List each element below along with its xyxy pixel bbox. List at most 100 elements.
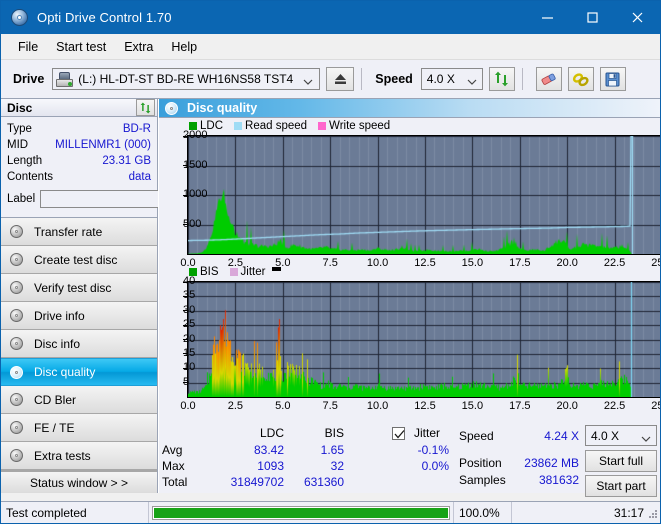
- maximize-icon[interactable]: [570, 1, 615, 34]
- body-area: Disc Type BD-R MID MILLENMR1 (000) Lengt…: [1, 99, 660, 497]
- ldc-xtick-5: 12.5: [414, 257, 436, 269]
- menu-bar: File Start test Extra Help: [1, 34, 660, 60]
- axis-tick: [183, 324, 187, 326]
- refresh-icon: [495, 71, 509, 87]
- erase-button[interactable]: [535, 67, 562, 91]
- bis-xtick-10: 25.0: [651, 400, 660, 412]
- sidebar-item-disc-info[interactable]: Disc info: [1, 330, 157, 359]
- sidebar-item-create-test-disc[interactable]: Create test disc: [1, 246, 157, 275]
- speed-select[interactable]: 4.0 X: [420, 68, 483, 90]
- legend-label-read-speed: Read speed: [245, 120, 308, 132]
- stats-jitter-avg: -0.1%: [417, 443, 449, 457]
- statistics-panel: LDC BIS Avg Max Total 83.42 1093 3184970…: [159, 423, 660, 497]
- status-bar: Test completed 100.0% 31:17: [1, 501, 660, 523]
- start-full-button[interactable]: Start full: [585, 450, 657, 472]
- refresh-button[interactable]: [488, 67, 515, 91]
- sidebar-item-label: Verify test disc: [34, 280, 112, 295]
- sidebar-item-disc-quality[interactable]: Disc quality: [1, 358, 157, 387]
- status-message: Test completed: [1, 502, 149, 523]
- disc-icon: [9, 252, 26, 267]
- right-panel: Disc quality LDC Read speed Write speed: [158, 99, 660, 497]
- disc-icon: [9, 280, 26, 295]
- axis-tick: [183, 310, 187, 312]
- start-part-button[interactable]: Start part: [585, 475, 657, 497]
- chevron-down-icon: [303, 75, 313, 89]
- test-speed-value: 4.0 X: [591, 428, 620, 443]
- ldc-xtick-6: 15.0: [461, 257, 484, 269]
- stats-position-label: Position: [459, 456, 502, 470]
- link-button[interactable]: [567, 67, 594, 91]
- resize-grip-icon[interactable]: [647, 508, 659, 520]
- drive-label: Drive: [13, 72, 45, 86]
- menu-help[interactable]: Help: [162, 37, 206, 57]
- disc-icon: [9, 336, 26, 351]
- stats-bis-max: 32: [330, 459, 344, 473]
- disc-refresh-button[interactable]: [136, 99, 155, 117]
- ldc-xtick-9: 22.5: [603, 257, 626, 269]
- minimize-icon[interactable]: [525, 1, 570, 34]
- disc-icon: [9, 448, 26, 463]
- stats-col-bis: BIS: [324, 426, 344, 440]
- disc-row-type: Type BD-R: [7, 121, 151, 137]
- jitter-checkbox[interactable]: [392, 427, 405, 440]
- ldc-xtick-4: 10.0: [366, 257, 389, 269]
- sidebar-item-verify-test-disc[interactable]: Verify test disc: [1, 274, 157, 303]
- disc-panel-header: Disc: [1, 99, 157, 118]
- drive-select[interactable]: (L:) HL-DT-ST BD-RE WH16NS58 TST4: [52, 68, 321, 90]
- legend-label-bis: BIS: [200, 266, 219, 278]
- disc-row-contents: Contents data: [7, 169, 151, 185]
- menu-start-test[interactable]: Start test: [47, 37, 115, 57]
- disc-label-label: Label: [7, 193, 36, 206]
- disc-row-mid: MID MILLENMR1 (000): [7, 137, 151, 153]
- disc-info: Type BD-R MID MILLENMR1 (000) Length 23.…: [1, 117, 243, 213]
- chain-icon: [572, 72, 589, 86]
- disc-type-value: BD-R: [122, 123, 151, 136]
- menu-extra[interactable]: Extra: [115, 37, 162, 57]
- stats-ldc-max: 1093: [257, 459, 284, 473]
- disc-icon: [9, 224, 26, 239]
- status-window-button[interactable]: Status window > >: [1, 471, 157, 493]
- legend-swatch-read-speed: [234, 122, 243, 130]
- sidebar-item-label: Extra tests: [34, 448, 91, 463]
- bis-plot[interactable]: [187, 281, 660, 398]
- plot-top-canvas: [188, 136, 660, 254]
- window-controls: [525, 1, 660, 34]
- menu-file[interactable]: File: [9, 37, 47, 57]
- stats-col-ldc: LDC: [259, 426, 284, 440]
- stats-row-avg: Avg: [162, 443, 183, 457]
- disc-icon: [9, 420, 26, 435]
- sidebar-item-cd-bler[interactable]: CD Bler: [1, 386, 157, 415]
- stats-jitter-max: 0.0%: [421, 459, 449, 473]
- test-speed-select[interactable]: 4.0 X: [585, 425, 657, 446]
- sidebar-item-label: CD Bler: [34, 392, 77, 407]
- axis-tick: [183, 382, 187, 384]
- stats-ldc-avg: 83.42: [253, 443, 284, 457]
- close-icon[interactable]: [615, 1, 660, 34]
- sidebar-item-fe-te[interactable]: FE / TE: [1, 414, 157, 443]
- title-bar: Opti Drive Control 1.70: [1, 1, 660, 34]
- disc-type-label: Type: [7, 123, 32, 136]
- bis-xtick-7: 17.5: [509, 400, 531, 412]
- sidebar-item-drive-info[interactable]: Drive info: [1, 302, 157, 331]
- charts-area: LDC Read speed Write speed BIS Jitter 0.…: [159, 118, 660, 423]
- disc-icon: [9, 392, 26, 407]
- stats-bis-avg: 1.65: [320, 443, 344, 457]
- eject-button[interactable]: [326, 67, 355, 91]
- eject-icon: [334, 74, 346, 84]
- progress-percent: 100.0%: [454, 502, 512, 523]
- stats-speed-label: Speed: [459, 429, 494, 443]
- sidebar-item-label: Create test disc: [34, 252, 118, 267]
- disc-icon: [9, 365, 26, 380]
- app-disc-icon: [10, 8, 29, 27]
- disc-panel-title: Disc: [7, 100, 33, 115]
- ldc-xtick-8: 20.0: [556, 257, 578, 269]
- bis-xtick-1: 2.5: [227, 400, 244, 412]
- bis-xtick-3: 7.5: [322, 400, 338, 412]
- ldc-plot[interactable]: [187, 135, 660, 255]
- page-title: Disc quality: [187, 101, 258, 115]
- save-button[interactable]: [599, 67, 626, 91]
- sidebar-item-transfer-rate[interactable]: Transfer rate: [1, 218, 157, 247]
- sidebar-item-extra-tests[interactable]: Extra tests: [1, 442, 157, 471]
- disc-contents-label: Contents: [7, 171, 54, 184]
- refresh-icon: [140, 101, 151, 114]
